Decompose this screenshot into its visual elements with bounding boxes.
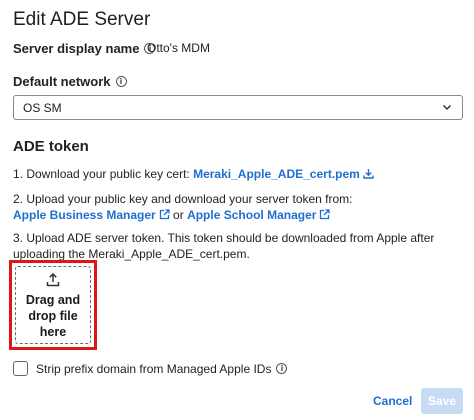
default-network-label-row: Default network i: [13, 74, 127, 89]
server-name-label: Server display name: [13, 41, 140, 56]
ade-token-section-title: ADE token: [13, 138, 89, 155]
info-icon[interactable]: i: [115, 76, 127, 87]
apple-school-manager-label: Apple School Manager: [187, 208, 317, 222]
apple-business-manager-link[interactable]: Apple Business Manager: [13, 208, 170, 222]
step-1: 1. Download your public key cert: Meraki…: [13, 166, 374, 182]
step-2-or: or: [169, 208, 188, 222]
apple-school-manager-link[interactable]: Apple School Manager: [187, 208, 331, 222]
step-2-text: 2. Upload your public key and download y…: [13, 192, 353, 206]
strip-prefix-checkbox[interactable]: [13, 361, 28, 376]
strip-prefix-label: Strip prefix domain from Managed Apple I…: [36, 361, 272, 376]
default-network-select[interactable]: OS SM: [13, 95, 463, 120]
chevron-down-icon: [442, 104, 452, 111]
save-button[interactable]: Save: [421, 388, 463, 414]
apple-business-manager-label: Apple Business Manager: [13, 208, 156, 222]
info-icon[interactable]: i: [276, 363, 288, 374]
external-link-icon: [320, 209, 331, 220]
dropzone-highlight: Drag and drop file here: [9, 260, 97, 350]
external-link-icon: [159, 209, 170, 220]
step-1-text: 1. Download your public key cert:: [13, 167, 194, 181]
cancel-button[interactable]: Cancel: [373, 394, 412, 408]
step-2: 2. Upload your public key and download y…: [13, 191, 353, 223]
server-name-label-row: Server display name i: [13, 41, 156, 56]
upload-icon: [46, 273, 60, 287]
file-dropzone[interactable]: Drag and drop file here: [15, 266, 91, 344]
server-name-value: Otto's MDM: [147, 41, 210, 55]
dropzone-text: Drag and drop file here: [25, 293, 81, 339]
download-cert-link[interactable]: Meraki_Apple_ADE_cert.pem: [193, 167, 374, 181]
download-cert-link-label: Meraki_Apple_ADE_cert.pem: [193, 167, 360, 181]
default-network-selected-value: OS SM: [23, 100, 62, 115]
dialog-title: Edit ADE Server: [13, 9, 151, 30]
default-network-label: Default network: [13, 74, 111, 89]
download-icon: [363, 169, 374, 179]
step-3-text: 3. Upload ADE server token. This token s…: [13, 231, 435, 261]
strip-prefix-row: Strip prefix domain from Managed Apple I…: [13, 361, 288, 376]
